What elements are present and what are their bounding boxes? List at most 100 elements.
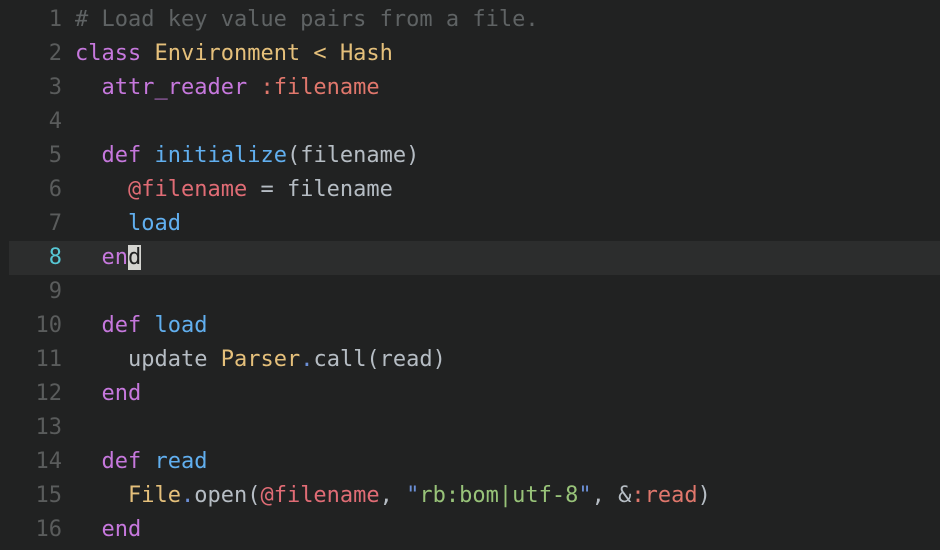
code-line[interactable]: 3 attr_reader :filename (0, 71, 940, 105)
line-content[interactable]: File.open(@filename, "rb:bom|utf-8", &:r… (75, 479, 711, 513)
code-token: @filename (127, 177, 248, 202)
code-line[interactable]: 8 end (0, 241, 940, 275)
code-line[interactable]: 2 class Environment < Hash (0, 37, 940, 71)
code-token: end (101, 381, 142, 406)
code-token: end (101, 517, 142, 542)
code-token: en (101, 245, 129, 270)
code-line[interactable]: 7 load (0, 207, 940, 241)
code-line[interactable]: 15 File.open(@filename, "rb:bom|utf-8", … (0, 479, 940, 513)
line-number[interactable]: 6 (0, 173, 62, 207)
code-line[interactable]: 13 (0, 411, 940, 445)
code-token: " (578, 483, 592, 508)
code-line[interactable]: 9 (0, 275, 940, 309)
code-line[interactable]: 1 # Load key value pairs from a file. (0, 3, 940, 37)
code-token: " (406, 483, 420, 508)
code-token: load (154, 313, 208, 338)
code-line[interactable]: 10 def load (0, 309, 940, 343)
code-token: class (75, 41, 142, 66)
line-content[interactable]: end (75, 241, 142, 275)
line-number[interactable]: 11 (0, 343, 63, 377)
code-line[interactable]: 5 def initialize(filename) (0, 139, 940, 173)
code-token: . (300, 347, 314, 372)
line-content[interactable]: @filename = filename (75, 173, 393, 207)
code-token: = filename (247, 177, 393, 202)
line-number[interactable]: 4 (0, 105, 62, 139)
line-content[interactable]: def read (75, 445, 208, 479)
code-token: @filename (260, 483, 380, 508)
line-content[interactable]: end (75, 377, 142, 411)
code-token: attr_reader (101, 75, 248, 100)
line-content[interactable]: end (75, 513, 142, 547)
line-number[interactable]: 13 (0, 411, 63, 445)
code-token: # Load key value pairs from a file. (75, 7, 539, 32)
code-line[interactable]: 11 update Parser.call(read) (0, 343, 940, 377)
code-token: update (127, 347, 208, 372)
code-token: def (101, 449, 142, 474)
code-token: call(read) (313, 347, 446, 372)
line-content[interactable]: class Environment < Hash (75, 37, 393, 71)
active-line-highlight (9, 241, 940, 275)
code-token: open( (194, 483, 261, 508)
code-token: initialize (154, 143, 287, 168)
line-number[interactable]: 5 (0, 139, 62, 173)
line-number[interactable]: 1 (0, 3, 62, 37)
line-content[interactable]: load (75, 207, 181, 241)
code-token: . (180, 483, 195, 508)
line-content[interactable]: def initialize(filename) (75, 139, 420, 173)
code-token: Parser (220, 347, 301, 372)
line-number[interactable]: 2 (0, 37, 62, 71)
line-content[interactable]: update Parser.call(read) (75, 343, 446, 377)
code-token: Environment (154, 41, 301, 66)
line-number[interactable]: 12 (0, 377, 63, 411)
code-token: load (127, 211, 181, 236)
code-token: , (379, 483, 407, 508)
line-number[interactable]: 16 (0, 513, 63, 547)
code-line[interactable]: 4 (0, 105, 940, 139)
line-number[interactable]: 9 (0, 275, 62, 309)
code-token: :filename (260, 75, 380, 100)
line-content[interactable]: attr_reader :filename (75, 71, 380, 105)
line-number[interactable]: 8 (0, 241, 62, 275)
line-number[interactable]: 14 (0, 445, 63, 479)
code-line[interactable]: 6 @filename = filename (0, 173, 940, 207)
line-number[interactable]: 15 (0, 479, 63, 513)
code-token: , & (591, 483, 632, 508)
line-content[interactable]: def load (75, 309, 208, 343)
code-token: def (101, 313, 142, 338)
code-token: rb:bom|utf-8 (419, 483, 579, 508)
code-line[interactable]: 14 def read (0, 445, 940, 479)
code-token: < (300, 41, 340, 66)
line-number[interactable]: 7 (0, 207, 62, 241)
code-lines-container: 1 # Load key value pairs from a file. 2 cla… (0, 3, 940, 547)
line-content[interactable]: # Load key value pairs from a file. (75, 3, 539, 37)
code-token: :read (631, 483, 698, 508)
code-token: (filename) (286, 143, 420, 168)
line-number[interactable]: 10 (0, 309, 63, 343)
code-token: read (154, 449, 208, 474)
code-token: ) (697, 483, 711, 508)
text-cursor: d (128, 245, 142, 270)
code-editor[interactable]: 1 # Load key value pairs from a file. 2 cla… (0, 0, 940, 550)
code-token: Hash (339, 41, 393, 66)
code-line[interactable]: 16 end (0, 513, 940, 547)
code-token: File (127, 483, 181, 508)
code-line[interactable]: 12 end (0, 377, 940, 411)
line-number[interactable]: 3 (0, 71, 62, 105)
